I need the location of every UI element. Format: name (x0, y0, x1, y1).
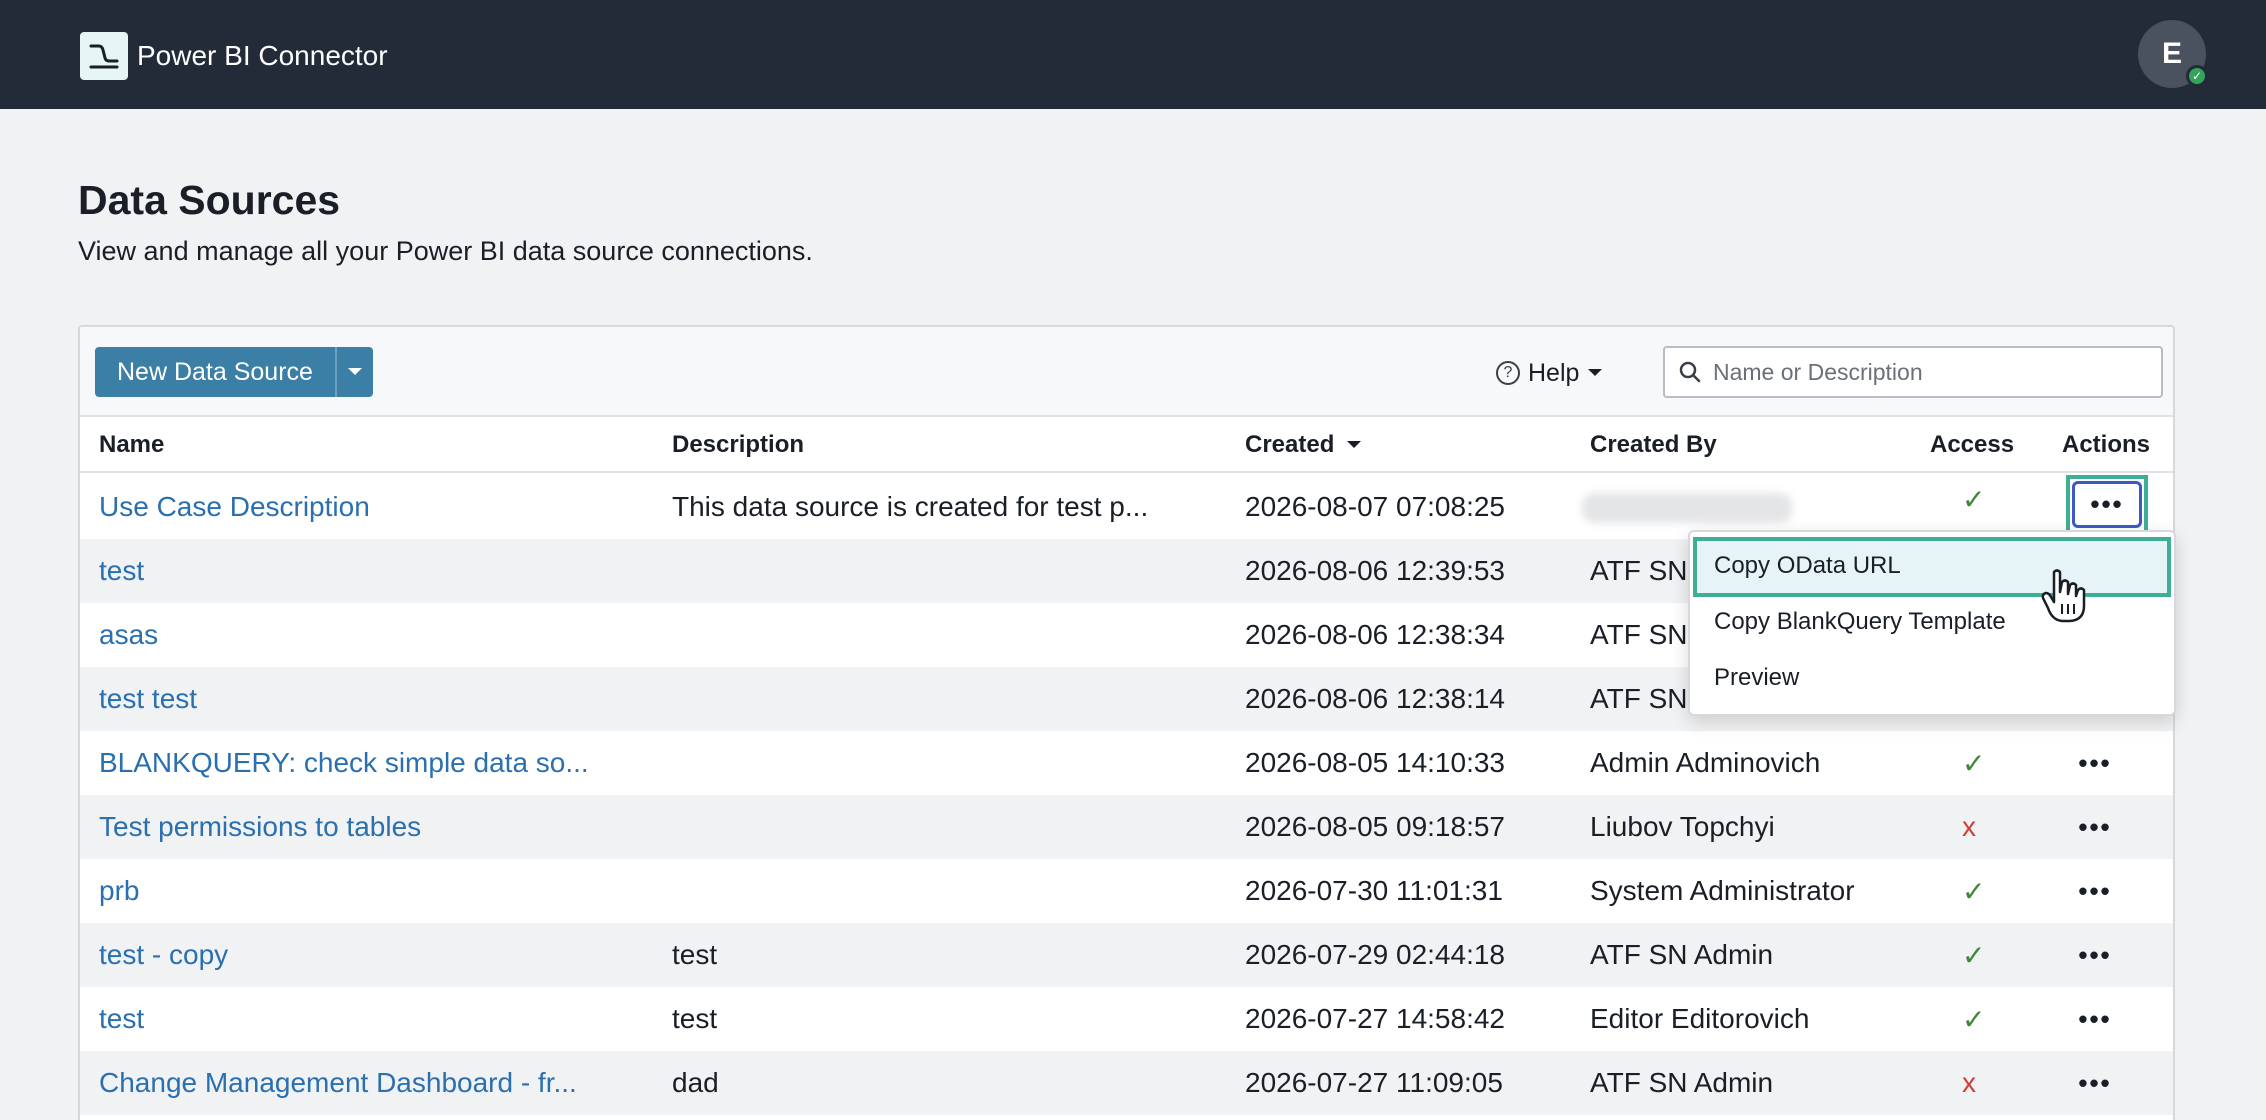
top-bar: Power BI Connector E ✓ (0, 0, 2266, 109)
menu-item-copy-blankquery-template[interactable]: Copy BlankQuery Template (1714, 608, 2006, 636)
data-source-created-by: Admin Adminovich (1590, 747, 1821, 778)
help-label: Help (1528, 358, 1580, 387)
data-source-created: 2026-08-07 07:08:25 (1245, 491, 1505, 522)
data-source-created: 2026-08-05 14:10:33 (1245, 747, 1505, 778)
search-input[interactable] (1713, 358, 2153, 386)
menu-item-preview[interactable]: Preview (1714, 664, 1799, 692)
data-source-description: test (672, 1003, 718, 1034)
column-header-actions: Actions (2062, 431, 2151, 458)
data-sources-card: New Data Source ? Help Name Description (78, 325, 2175, 1120)
table-row: BLANKQUERY: check simple data so... 2026-… (80, 731, 2173, 795)
data-source-created: 2026-07-27 11:09:05 (1245, 1067, 1503, 1098)
chevron-down-icon (347, 368, 362, 375)
help-menu-button[interactable]: ? Help (1496, 351, 1603, 395)
data-source-created: 2026-08-05 09:18:57 (1245, 811, 1505, 842)
data-source-name-link[interactable]: prb (99, 875, 139, 907)
data-source-name-link[interactable]: Change Management Dashboard - fr... (99, 1067, 577, 1099)
menu-item-copy-odata-url[interactable]: Copy OData URL (1714, 552, 1901, 580)
table-row: Test permissions to tables 2026-08-05 09:… (80, 795, 2173, 859)
table-header: Name Description Created Created By Acce… (80, 417, 2173, 473)
column-header-description[interactable]: Description (672, 431, 804, 459)
search-box (1663, 346, 2163, 398)
data-source-name-link[interactable]: test test (99, 683, 197, 715)
data-source-name-link[interactable]: Test permissions to tables (99, 811, 421, 843)
search-icon (1679, 361, 1701, 383)
data-source-created-by: Editor Editorovich (1590, 1003, 1810, 1034)
access-granted-icon: ✓ (1962, 940, 1986, 971)
data-source-created-by: ATF SN (1590, 619, 1688, 650)
data-source-description: dad (672, 1067, 719, 1098)
page-subtitle: View and manage all your Power BI data s… (78, 236, 813, 266)
column-header-created-by[interactable]: Created By (1590, 431, 1717, 459)
table-row: Change Management Dashboard - fr... dad 20… (80, 1051, 2173, 1115)
column-header-created-label: Created (1245, 431, 1335, 458)
new-data-source-split-button: New Data Source (95, 347, 373, 397)
row-actions-button[interactable]: ••• (2063, 937, 2127, 973)
data-source-created-by: Liubov Topchyi (1590, 811, 1775, 842)
online-status-icon: ✓ (2186, 65, 2208, 87)
data-source-created: 2026-07-30 11:01:31 (1245, 875, 1503, 906)
data-source-name-link[interactable]: Use Case Description (99, 491, 370, 523)
access-granted-icon: ✓ (1962, 876, 1986, 907)
access-granted-icon: ✓ (1962, 748, 1986, 779)
data-source-created-by: System Administrator (1590, 875, 1855, 906)
row-actions-button[interactable]: ••• (2063, 745, 2127, 781)
data-source-name-link[interactable]: test (99, 1003, 144, 1035)
data-source-created-by: ATF SN (1590, 683, 1688, 714)
data-source-name-link[interactable]: asas (99, 619, 158, 651)
redacted-created-by (1582, 493, 1792, 523)
data-source-created: 2026-08-06 12:38:34 (1245, 619, 1505, 650)
table-row: test - copy test 2026-07-29 02:44:18 ATF SN… (80, 923, 2173, 987)
data-source-name-link[interactable]: test - copy (99, 939, 228, 971)
column-header-name[interactable]: Name (99, 431, 164, 459)
access-denied-icon: x (1962, 811, 1976, 842)
row-actions-button[interactable]: ••• (2063, 1001, 2127, 1037)
data-source-name-link[interactable]: BLANKQUERY: check simple data so... (99, 747, 589, 779)
table-row: test test 2026-07-27 14:58:42 Editor Editor… (80, 987, 2173, 1051)
data-source-name-link[interactable]: test (99, 555, 144, 587)
data-source-created: 2026-07-27 14:58:42 (1245, 1003, 1505, 1034)
column-header-access: Access (1930, 431, 2015, 458)
access-granted-icon: ✓ (1962, 1004, 1986, 1035)
access-granted-icon: ✓ (1962, 484, 1986, 515)
toolbar: New Data Source ? Help (80, 327, 2173, 417)
row-actions-button[interactable]: ••• (2063, 873, 2127, 909)
new-data-source-dropdown-toggle[interactable] (334, 347, 373, 397)
table-row: prb 2026-07-30 11:01:31 System Administrat… (80, 859, 2173, 923)
column-header-created[interactable]: Created (1245, 431, 1362, 459)
row-actions-button[interactable]: ••• (2063, 809, 2127, 845)
help-icon: ? (1496, 361, 1520, 385)
data-source-description: test (672, 939, 718, 970)
row-actions-button-active[interactable]: ••• (2072, 481, 2142, 528)
data-source-description: This data source is created for test p..… (672, 491, 1149, 522)
new-data-source-button[interactable]: New Data Source (95, 347, 335, 397)
data-source-created: 2026-07-29 02:44:18 (1245, 939, 1505, 970)
chevron-down-icon (1588, 369, 1603, 376)
hand-cursor-icon (2041, 569, 2086, 623)
sort-descending-icon (1347, 441, 1362, 448)
data-source-created-by: ATF SN (1590, 555, 1688, 586)
data-source-created-by: ATF SN Admin (1590, 1067, 1774, 1098)
data-source-created-by: ATF SN Admin (1590, 939, 1774, 970)
access-denied-icon: x (1962, 1067, 1976, 1098)
data-source-created: 2026-08-06 12:39:53 (1245, 555, 1505, 586)
app-logo-icon[interactable] (80, 32, 128, 80)
app-title[interactable]: Power BI Connector (137, 38, 388, 74)
page-title: Data Sources (78, 177, 341, 223)
row-actions-button[interactable]: ••• (2063, 1065, 2127, 1101)
data-source-created: 2026-08-06 12:38:14 (1245, 683, 1505, 714)
